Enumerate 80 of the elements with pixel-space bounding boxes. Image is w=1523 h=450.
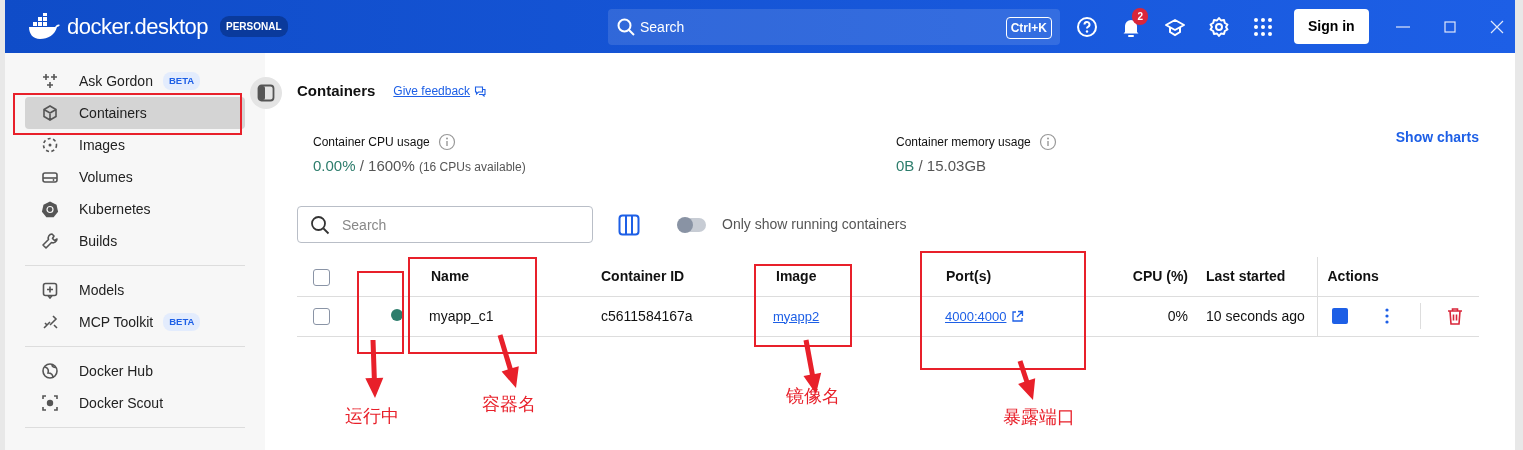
- table-cell: 0%: [1167, 307, 1188, 324]
- shortcut-key: Ctrl+K: [1005, 16, 1052, 39]
- beta-badge: BETA: [163, 312, 201, 332]
- help-icon: [1076, 15, 1098, 38]
- sparkle-icon: [41, 72, 59, 90]
- tools-icon: [41, 313, 59, 331]
- column-header: Last started: [1206, 267, 1286, 284]
- sidebar-item[interactable]: Docker Hub: [25, 355, 245, 387]
- helm-icon: [41, 200, 59, 218]
- dashed-circle-icon: [41, 136, 59, 154]
- sidebar-item[interactable]: Containers: [25, 97, 245, 129]
- globe-icon: [41, 362, 59, 380]
- annotation-label: 暴露端口: [1003, 408, 1075, 426]
- logo-text: docker.desktop: [67, 13, 208, 41]
- sidebar-item[interactable]: Kubernetes: [25, 193, 245, 225]
- stop-button[interactable]: [1331, 308, 1348, 324]
- table-cell: myapp_c1: [429, 307, 494, 324]
- arrow: [1017, 360, 1036, 400]
- checkbox[interactable]: [313, 268, 330, 286]
- more-icon: [1383, 308, 1390, 324]
- column-header: Name: [431, 267, 470, 284]
- wrench-icon: [41, 232, 59, 250]
- panel-icon: [257, 84, 275, 102]
- beta-badge: BETA: [162, 71, 201, 91]
- stop-icon: [1331, 308, 1348, 324]
- sidebar-toggle-button[interactable]: [250, 77, 282, 109]
- image-link[interactable]: myapp2: [773, 308, 820, 324]
- stat-label: Container CPU usage: [313, 133, 430, 151]
- more-button[interactable]: [1383, 308, 1390, 324]
- table-cell: 10 seconds ago: [1206, 307, 1305, 324]
- columns-button[interactable]: [618, 213, 640, 236]
- annotation-label: 容器名: [482, 395, 536, 413]
- sidebar-item[interactable]: Images: [25, 129, 245, 161]
- cube-icon: [41, 104, 59, 122]
- sidebar-item[interactable]: Volumes: [25, 161, 245, 193]
- notification-badge: 2: [1132, 7, 1148, 25]
- annotation-label: 镜像名: [786, 387, 840, 405]
- toggle-label: Only show running containers: [722, 215, 907, 234]
- settings-icon: [1208, 15, 1230, 38]
- sidebar-item[interactable]: Builds: [25, 225, 245, 257]
- stat-label: Container memory usage: [896, 133, 1031, 151]
- external-link-icon: [1011, 310, 1025, 324]
- column-header: Image: [776, 267, 817, 284]
- arrow: [497, 334, 519, 388]
- table-cell: c5611584167a: [601, 307, 693, 324]
- port-link[interactable]: 4000:4000: [945, 308, 1007, 324]
- column-header: CPU (%): [1132, 267, 1188, 284]
- stat-value: 0B / 15.03GB: [896, 155, 988, 176]
- chat-icon: [474, 85, 487, 98]
- target-icon: [41, 394, 59, 412]
- column-header: Container ID: [601, 267, 685, 284]
- arrow: [365, 339, 384, 398]
- info-icon: [437, 132, 456, 151]
- sidebar-item[interactable]: Models: [25, 274, 245, 306]
- annotation-label: 运行中: [345, 407, 399, 425]
- column-header: Actions: [1327, 267, 1379, 284]
- minimize-icon: [1395, 25, 1410, 28]
- sidebar-item[interactable]: Ask Gordon BETA: [25, 65, 245, 97]
- sidebar-item[interactable]: MCP Toolkit BETA: [25, 306, 245, 338]
- delete-button[interactable]: [1446, 307, 1463, 325]
- search-icon: [310, 215, 330, 235]
- column-header: Port(s): [946, 267, 992, 284]
- sign-in-button[interactable]: Sign in: [1294, 9, 1369, 44]
- grid-icon: [1252, 15, 1274, 38]
- trash-icon: [1446, 307, 1463, 325]
- info-icon: [1038, 132, 1057, 151]
- stat-value: 0.00% / 1600% (16 CPUs available): [313, 155, 527, 176]
- logo-icon: [27, 12, 61, 41]
- page-title: Containers: [297, 81, 376, 101]
- chip-icon: [41, 281, 59, 299]
- columns-icon: [618, 213, 640, 236]
- search-field[interactable]: Search: [297, 206, 593, 243]
- notifications-button[interactable]: 2: [1115, 10, 1147, 43]
- feedback-link[interactable]: Give feedback: [393, 82, 471, 101]
- sidebar-item[interactable]: Docker Scout: [25, 387, 245, 419]
- search-icon: [617, 17, 635, 36]
- plan-badge: PERSONAL: [220, 16, 288, 37]
- toggle-switch[interactable]: [678, 217, 706, 232]
- checkbox[interactable]: [313, 308, 330, 326]
- show-charts-link[interactable]: Show charts: [1395, 126, 1479, 177]
